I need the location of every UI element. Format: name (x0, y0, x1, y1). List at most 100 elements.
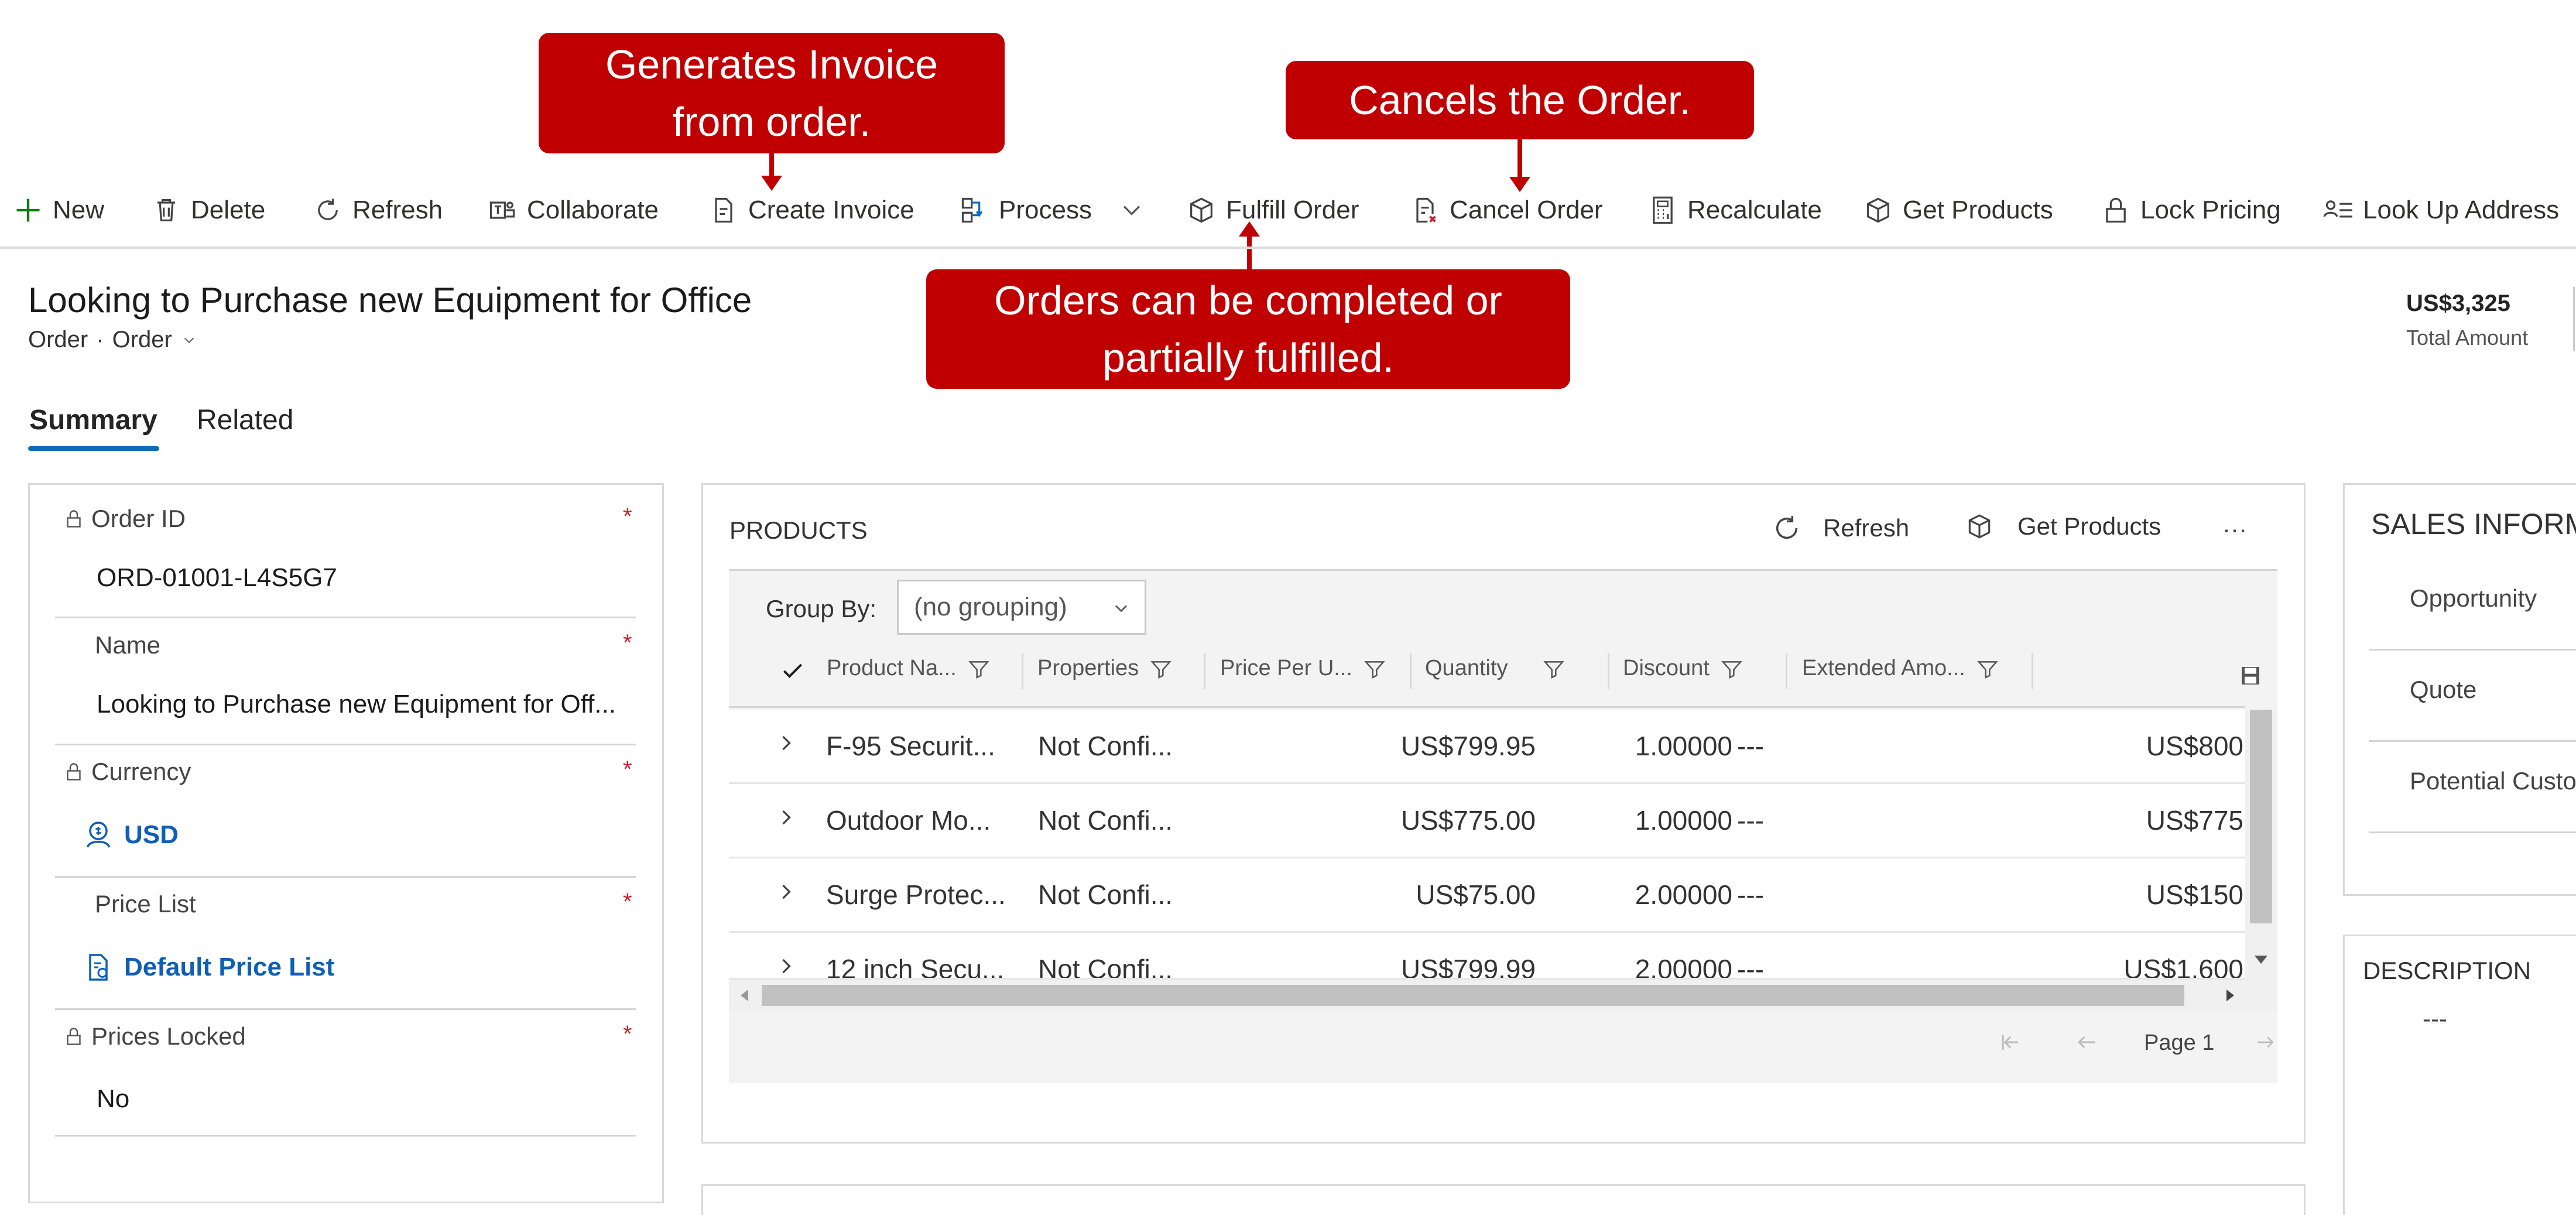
filter-icon[interactable] (1149, 657, 1173, 680)
entity-name: Order (28, 327, 88, 352)
separator: · (96, 327, 104, 352)
product-name-cell[interactable]: F-95 Securit... (826, 730, 995, 762)
filter-icon[interactable] (1720, 657, 1743, 680)
potential-customer-label: Potential Custo (2410, 767, 2576, 795)
select-all-checkmark[interactable] (780, 658, 806, 684)
table-row[interactable]: Outdoor Mo... Not Confi... US$775.00 1.0… (729, 784, 2245, 858)
next-page-icon[interactable] (2254, 1029, 2277, 1055)
currency-link[interactable]: USD (124, 820, 179, 850)
filter-icon[interactable] (1976, 657, 1999, 680)
order-id-value[interactable]: ORD-01001-L4S5G7 (97, 563, 337, 593)
delete-button[interactable]: Delete (150, 176, 265, 245)
field-divider (55, 1008, 636, 1010)
column-header-price-per-unit[interactable]: Price Per U... (1220, 656, 1386, 681)
name-value[interactable]: Looking to Purchase new Equipment for Of… (97, 690, 616, 719)
properties-cell: Not Confi... (1038, 879, 1173, 910)
column-header-label: Extended Amo... (1802, 656, 1965, 680)
chevron-down-icon (1111, 598, 1132, 619)
form-selector[interactable]: Order (112, 327, 172, 353)
table-row[interactable]: Surge Protec... Not Confi... US$75.00 2.… (729, 858, 2245, 933)
required-indicator: * (623, 1021, 632, 1047)
lock-pricing-button[interactable]: Lock Pricing (2099, 176, 2281, 245)
products-refresh-button[interactable]: Refresh (1770, 512, 1909, 545)
price-cell: US$775.00 (1400, 805, 1536, 836)
product-name-cell[interactable]: 12 inch Secu... (826, 953, 1004, 978)
horizontal-scrollbar[interactable] (729, 980, 2277, 1011)
expand-chevron-icon[interactable] (777, 953, 796, 978)
quantity-cell: 2.00000 (1635, 954, 1732, 980)
more-commands-button[interactable]: ··· (2222, 515, 2247, 543)
grid-header-divider (729, 706, 2245, 708)
price-list-value[interactable]: Default Price List (82, 951, 334, 984)
process-button[interactable]: Process (958, 176, 1148, 245)
table-row[interactable]: F-95 Securit... Not Confi... US$799.95 1… (729, 710, 2245, 784)
process-icon (958, 194, 991, 227)
scroll-right-arrow-icon[interactable] (2226, 990, 2234, 1001)
column-header-label: Discount (1623, 656, 1710, 680)
fulfill-order-button[interactable]: Fulfill Order (1185, 176, 1359, 245)
vertical-scrollbar[interactable] (2245, 710, 2277, 980)
filter-icon[interactable] (967, 657, 991, 680)
recalculate-label: Recalculate (1687, 196, 1822, 224)
chevron-down-icon (1115, 194, 1148, 227)
chevron-down-icon[interactable] (180, 331, 198, 349)
calculator-icon (1646, 194, 1679, 227)
trash-icon (150, 194, 183, 227)
price-list-link[interactable]: Default Price List (124, 953, 334, 982)
expand-chevron-icon[interactable] (777, 730, 796, 756)
save-view-icon[interactable] (2239, 664, 2262, 687)
product-name-cell[interactable]: Outdoor Mo... (826, 805, 991, 836)
required-indicator: * (623, 630, 632, 656)
expand-chevron-icon[interactable] (777, 805, 796, 830)
prices-locked-value[interactable]: No (97, 1084, 129, 1114)
first-page-icon[interactable] (1998, 1029, 2023, 1055)
column-header-product-name[interactable]: Product Na... (827, 656, 991, 681)
recalculate-button[interactable]: Recalculate (1646, 176, 1822, 245)
tab-summary[interactable]: Summary (29, 404, 157, 436)
currency-icon (82, 819, 115, 851)
get-products-button[interactable]: Get Products (1862, 176, 2053, 245)
total-amount-label: Total Amount (2406, 326, 2529, 350)
column-divider (1022, 653, 1023, 689)
column-divider (1204, 653, 1205, 689)
horizontal-scrollbar-thumb[interactable] (762, 985, 2184, 1006)
column-header-quantity[interactable]: Quantity (1425, 656, 1566, 681)
vertical-scrollbar-thumb[interactable] (2250, 710, 2272, 923)
callout-arrow (769, 153, 774, 176)
new-button[interactable]: New (12, 176, 104, 245)
description-value[interactable]: --- (2423, 1005, 2447, 1033)
field-divider (2369, 831, 2576, 833)
tab-related[interactable]: Related (197, 404, 293, 436)
contact-list-icon (2322, 194, 2355, 227)
previous-page-icon[interactable] (2074, 1029, 2099, 1055)
callout-line: from order. (672, 99, 871, 145)
refresh-button[interactable]: Refresh (311, 176, 443, 245)
product-name-cell[interactable]: Surge Protec... (826, 879, 1006, 911)
filter-icon[interactable] (1542, 657, 1566, 680)
cancel-order-button[interactable]: Cancel Order (1409, 176, 1603, 245)
currency-value[interactable]: USD (82, 819, 179, 851)
table-row[interactable]: 12 inch Secu... Not Confi... US$799.99 2… (729, 933, 2245, 980)
column-header-properties[interactable]: Properties (1037, 656, 1173, 681)
discount-cell: --- (1737, 954, 1764, 980)
column-header-discount[interactable]: Discount (1623, 656, 1743, 681)
collaborate-button[interactable]: Collaborate (486, 176, 659, 245)
field-divider (55, 876, 636, 878)
opportunity-label: Opportunity (2410, 584, 2537, 612)
required-indicator: * (623, 757, 632, 782)
scroll-down-arrow-icon[interactable] (2255, 956, 2267, 964)
scroll-left-arrow-icon[interactable] (741, 990, 748, 1001)
expand-chevron-icon[interactable] (777, 879, 796, 905)
filter-icon[interactable] (1363, 657, 1386, 680)
products-title: PRODUCTS (729, 516, 868, 544)
group-by-label: Group By: (766, 595, 877, 622)
field-divider (2369, 740, 2576, 742)
products-get-products-button[interactable]: Get Products (1965, 512, 2161, 541)
properties-cell: Not Confi... (1038, 731, 1173, 761)
create-invoice-button[interactable]: Create Invoice (707, 176, 914, 245)
column-header-extended-amount[interactable]: Extended Amo... (1802, 656, 1999, 681)
look-up-address-button[interactable]: Look Up Address (2322, 176, 2559, 245)
extended-amount-cell: US$800 (2146, 731, 2243, 761)
group-by-dropdown[interactable]: (no grouping) (897, 580, 1146, 635)
column-header-label: Price Per U... (1220, 656, 1352, 680)
